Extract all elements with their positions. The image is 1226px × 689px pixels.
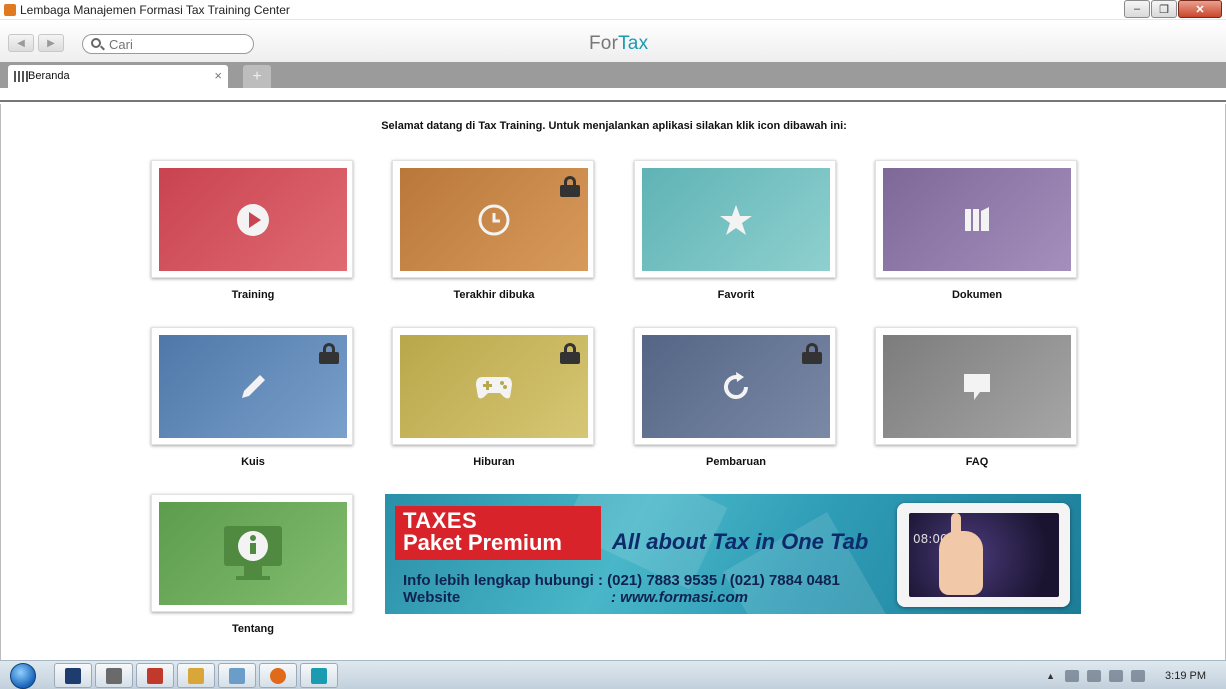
clock-icon [478,204,510,235]
network-icon[interactable] [1065,669,1080,682]
title-bar: Lembaga Manajemen Formasi Tax Training C… [0,0,1226,20]
search-input[interactable] [109,36,249,52]
tile-tentang[interactable]: Tentang [151,494,353,635]
tablet-image: 08:00 [897,503,1070,607]
minimize-button[interactable]: – [1124,0,1150,18]
tab-label: Beranda [28,70,70,82]
tile-label: Dokumen [951,289,1003,301]
tile-label: Hiburan [473,456,515,468]
forward-button[interactable]: ▶ [38,34,64,52]
window-icon [229,667,245,684]
new-tab-button[interactable]: + [243,65,271,88]
tile-kuis[interactable]: Kuis [151,327,353,468]
tile-label: Kuis [241,456,265,468]
recent-thumbnail [400,168,588,271]
banner-contact: Info lebih lengkap hubungi : (021) 7883 … [403,572,840,589]
tab-close-icon[interactable]: × [214,68,222,83]
pembaruan-thumbnail [642,335,830,438]
window-title: Lembaga Manajemen Formasi Tax Training C… [20,3,290,17]
system-tray: ▲ 3:19 PM [1046,661,1226,689]
taskbar-item-window[interactable] [218,663,256,688]
library-icon [14,71,26,82]
taskbar-item-media[interactable] [95,663,133,688]
app-icon [4,4,16,16]
search-icon [91,38,101,48]
pencil-icon [242,374,265,398]
photoshop-icon [65,667,81,684]
tile-label: FAQ [965,456,989,468]
close-button[interactable]: ✕ [1178,0,1222,18]
show-hidden-icons-icon[interactable]: ▲ [1046,671,1055,681]
star-icon [720,204,752,235]
welcome-text: Selamat datang di Tax Training. Untuk me… [381,120,847,132]
play-icon [237,203,269,236]
windows-logo-icon [10,662,36,689]
info-icon [224,525,282,580]
banner-subtitle: Paket Premium [403,530,562,555]
lock-icon [560,176,580,197]
volume-icon[interactable] [1087,669,1102,682]
start-button[interactable] [4,661,42,689]
lock-icon [802,343,822,364]
brand-tax: Tax [618,33,649,54]
lock-icon [560,343,580,364]
kuis-thumbnail [159,335,347,438]
taskbar-item-fortax[interactable] [300,663,338,688]
banner-website: Website : www.formasi.com [403,589,748,606]
tile-faq[interactable]: FAQ [875,327,1077,468]
globe-icon[interactable] [1131,669,1146,682]
speech-bubble-icon [964,373,990,400]
tab-divider [0,88,1226,102]
banner-slogan: All about Tax in One Tab [612,529,869,554]
brand-logo: ForTax [589,33,648,55]
toolbar: ◀ ▶ ForTax [0,20,1226,62]
tile-label: Tentang [232,623,274,635]
tile-favorit[interactable]: Favorit [634,160,836,301]
home-page: Selamat datang di Tax Training. Untuk me… [0,104,1226,660]
tab-beranda[interactable]: Beranda × [8,65,228,88]
hiburan-thumbnail [400,335,588,438]
faq-thumbnail [883,335,1071,438]
flag-icon[interactable] [1109,669,1124,682]
fortax-icon [311,667,327,684]
window-controls: – ❐ ✕ [1123,0,1222,18]
hand-image [939,513,983,595]
website-label: Website [403,589,461,606]
tile-label: Terakhir dibuka [453,289,535,301]
folder-icon [188,667,204,684]
training-thumbnail [159,168,347,271]
taskbar-item-explorer[interactable] [177,663,215,688]
tile-label: Favorit [717,289,755,301]
dokumen-thumbnail [883,168,1071,271]
tile-pembaruan[interactable]: Pembaruan [634,327,836,468]
brand-for: For [589,33,619,54]
taskbar-item-photoshop[interactable] [54,663,92,688]
tile-dokumen[interactable]: Dokumen [875,160,1077,301]
lock-icon [319,343,339,364]
back-button[interactable]: ◀ [8,34,34,52]
book-icon [965,206,989,231]
firefox-icon [270,667,286,684]
media-icon [106,667,122,684]
promo-banner[interactable]: TAXES Paket Premium All about Tax in One… [385,494,1081,614]
tray-clock[interactable]: 3:19 PM [1165,670,1206,682]
tile-terakhir-dibuka[interactable]: Terakhir dibuka [392,160,594,301]
tentang-thumbnail [159,502,347,605]
website-url: : www.formasi.com [611,589,748,606]
tile-training[interactable]: Training [151,160,353,301]
tile-label: Pembaruan [706,456,766,468]
tab-strip: Beranda × + [0,62,1226,88]
search-box[interactable] [82,34,254,54]
taskbar-item-firefox[interactable] [259,663,297,688]
restore-button[interactable]: ❐ [1151,0,1177,18]
tile-hiburan[interactable]: Hiburan [392,327,594,468]
gamepad-icon [476,376,512,398]
taskbar-item-pdf[interactable] [136,663,174,688]
taskbar: ▲ 3:19 PM [0,660,1226,689]
tile-label: Training [231,289,275,301]
refresh-icon [724,371,749,399]
pdf-icon [147,667,163,684]
favorit-thumbnail [642,168,830,271]
tablet-screen [909,513,1059,597]
